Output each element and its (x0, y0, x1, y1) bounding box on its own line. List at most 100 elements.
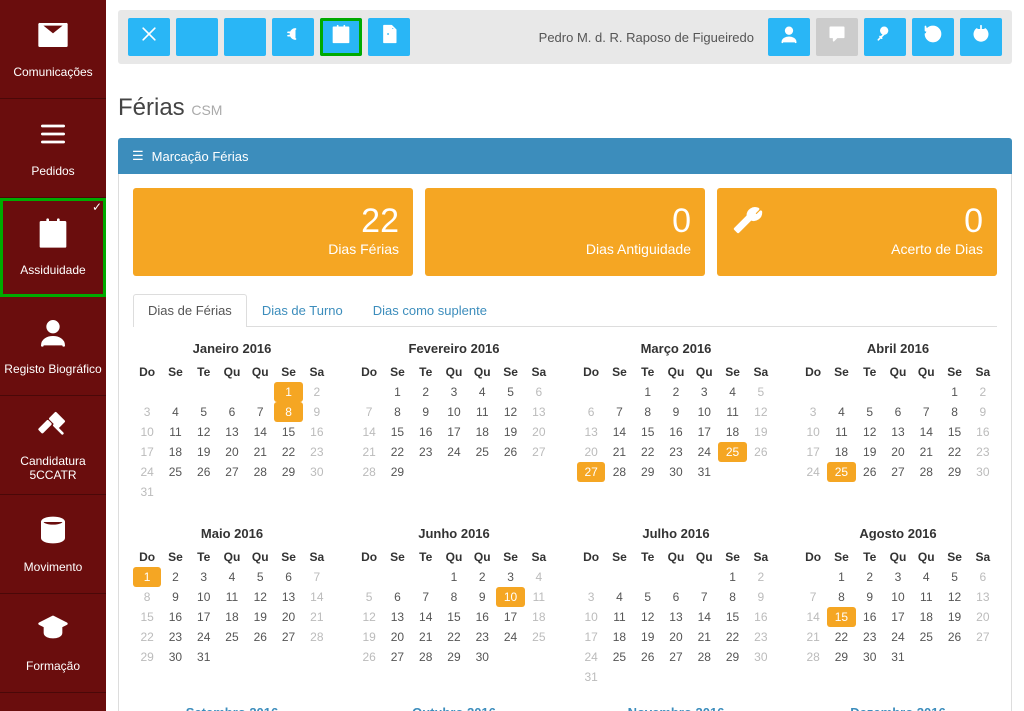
calendar-day[interactable]: 24 (690, 442, 718, 462)
calendar-day[interactable]: 9 (161, 587, 189, 607)
calendar-day[interactable]: 5 (940, 567, 968, 587)
topbar-btn-pdf-5[interactable] (368, 18, 410, 56)
calendar-day[interactable]: 28 (605, 462, 633, 482)
calendar-day[interactable]: 13 (969, 587, 997, 607)
calendar-day[interactable]: 29 (718, 647, 746, 667)
panel-header[interactable]: ☰ Marcação Férias (118, 138, 1012, 174)
calendar-day[interactable]: 9 (969, 402, 997, 422)
calendar-day[interactable]: 15 (718, 607, 746, 627)
calendar-day[interactable]: 4 (161, 402, 189, 422)
calendar-day[interactable]: 19 (747, 422, 775, 442)
calendar-day[interactable]: 10 (577, 607, 605, 627)
calendar-day[interactable]: 2 (856, 567, 884, 587)
calendar-day[interactable]: 24 (190, 627, 218, 647)
calendar-day[interactable]: 17 (133, 442, 161, 462)
calendar-day[interactable]: 10 (799, 422, 827, 442)
calendar-day[interactable]: 5 (496, 382, 524, 402)
calendar-day[interactable]: 16 (468, 607, 496, 627)
sidebar-item-pedidos[interactable]: Pedidos (0, 99, 106, 198)
calendar-day[interactable]: 23 (969, 442, 997, 462)
calendar-day[interactable]: 26 (246, 627, 274, 647)
calendar-day[interactable]: 27 (577, 462, 605, 482)
calendar-day[interactable]: 4 (912, 567, 940, 587)
calendar-day[interactable]: 17 (799, 442, 827, 462)
calendar-day[interactable]: 1 (383, 382, 411, 402)
calendar-day[interactable]: 10 (440, 402, 468, 422)
calendar-day[interactable]: 16 (303, 422, 331, 442)
calendar-day[interactable]: 23 (412, 442, 440, 462)
calendar-day[interactable]: 4 (605, 587, 633, 607)
calendar-day[interactable]: 27 (662, 647, 690, 667)
calendar-day[interactable]: 19 (634, 627, 662, 647)
calendar-day[interactable]: 3 (577, 587, 605, 607)
calendar-day[interactable]: 25 (525, 627, 553, 647)
tab-dias-de-turno[interactable]: Dias de Turno (247, 294, 358, 326)
calendar-day[interactable]: 9 (412, 402, 440, 422)
calendar-day[interactable]: 16 (969, 422, 997, 442)
calendar-day[interactable]: 23 (856, 627, 884, 647)
calendar-day[interactable]: 11 (525, 587, 553, 607)
calendar-day[interactable]: 14 (412, 607, 440, 627)
calendar-day[interactable]: 4 (218, 567, 246, 587)
calendar-day[interactable]: 26 (747, 442, 775, 462)
calendar-day[interactable]: 21 (605, 442, 633, 462)
calendar-day[interactable]: 3 (496, 567, 524, 587)
calendar-day[interactable]: 23 (161, 627, 189, 647)
calendar-day[interactable]: 5 (747, 382, 775, 402)
calendar-day[interactable]: 6 (577, 402, 605, 422)
calendar-day[interactable]: 3 (690, 382, 718, 402)
calendar-day[interactable]: 12 (496, 402, 524, 422)
calendar-day[interactable]: 31 (577, 667, 605, 687)
calendar-day[interactable]: 2 (303, 382, 331, 402)
calendar-day[interactable]: 18 (605, 627, 633, 647)
calendar-day[interactable]: 8 (940, 402, 968, 422)
calendar-day[interactable]: 8 (718, 587, 746, 607)
calendar-day[interactable]: 18 (827, 442, 855, 462)
calendar-day[interactable]: 2 (747, 567, 775, 587)
calendar-day[interactable]: 26 (856, 462, 884, 482)
calendar-day[interactable]: 6 (383, 587, 411, 607)
calendar-day[interactable]: 2 (662, 382, 690, 402)
calendar-day[interactable]: 27 (274, 627, 302, 647)
calendar-day[interactable]: 18 (525, 607, 553, 627)
calendar-day[interactable]: 3 (799, 402, 827, 422)
calendar-day[interactable]: 23 (468, 627, 496, 647)
calendar-day[interactable]: 26 (940, 627, 968, 647)
calendar-day[interactable]: 18 (218, 607, 246, 627)
calendar-day[interactable]: 12 (634, 607, 662, 627)
calendar-day[interactable]: 29 (827, 647, 855, 667)
calendar-day[interactable]: 27 (525, 442, 553, 462)
calendar-day[interactable]: 5 (355, 587, 383, 607)
calendar-day[interactable]: 5 (634, 587, 662, 607)
calendar-day[interactable]: 11 (218, 587, 246, 607)
calendar-day[interactable]: 1 (274, 382, 302, 402)
calendar-day[interactable]: 22 (274, 442, 302, 462)
calendar-day[interactable]: 12 (246, 587, 274, 607)
calendar-day[interactable]: 3 (190, 567, 218, 587)
calendar-day[interactable]: 14 (912, 422, 940, 442)
calendar-day[interactable]: 12 (747, 402, 775, 422)
calendar-day[interactable]: 5 (190, 402, 218, 422)
calendar-day[interactable]: 21 (799, 627, 827, 647)
calendar-day[interactable]: 2 (468, 567, 496, 587)
calendar-day[interactable]: 16 (412, 422, 440, 442)
stat-card-0[interactable]: 22Dias Férias (133, 188, 413, 276)
calendar-day[interactable]: 9 (468, 587, 496, 607)
calendar-day[interactable]: 30 (161, 647, 189, 667)
calendar-day[interactable]: 14 (690, 607, 718, 627)
calendar-day[interactable]: 19 (355, 627, 383, 647)
calendar-day[interactable]: 17 (190, 607, 218, 627)
calendar-day[interactable]: 13 (884, 422, 912, 442)
calendar-day[interactable]: 12 (190, 422, 218, 442)
sidebar-item-candidatura-ccatr[interactable]: Candidatura 5CCATR (0, 396, 106, 495)
calendar-day[interactable]: 4 (827, 402, 855, 422)
calendar-day[interactable]: 24 (577, 647, 605, 667)
calendar-day[interactable]: 28 (912, 462, 940, 482)
calendar-day[interactable]: 6 (969, 567, 997, 587)
calendar-day[interactable]: 23 (747, 627, 775, 647)
calendar-day[interactable]: 8 (274, 402, 302, 422)
topbar-btn-power[interactable] (960, 18, 1002, 56)
calendar-day[interactable]: 14 (799, 607, 827, 627)
stat-card-2[interactable]: 0Acerto de Dias (717, 188, 997, 276)
calendar-day[interactable]: 31 (690, 462, 718, 482)
